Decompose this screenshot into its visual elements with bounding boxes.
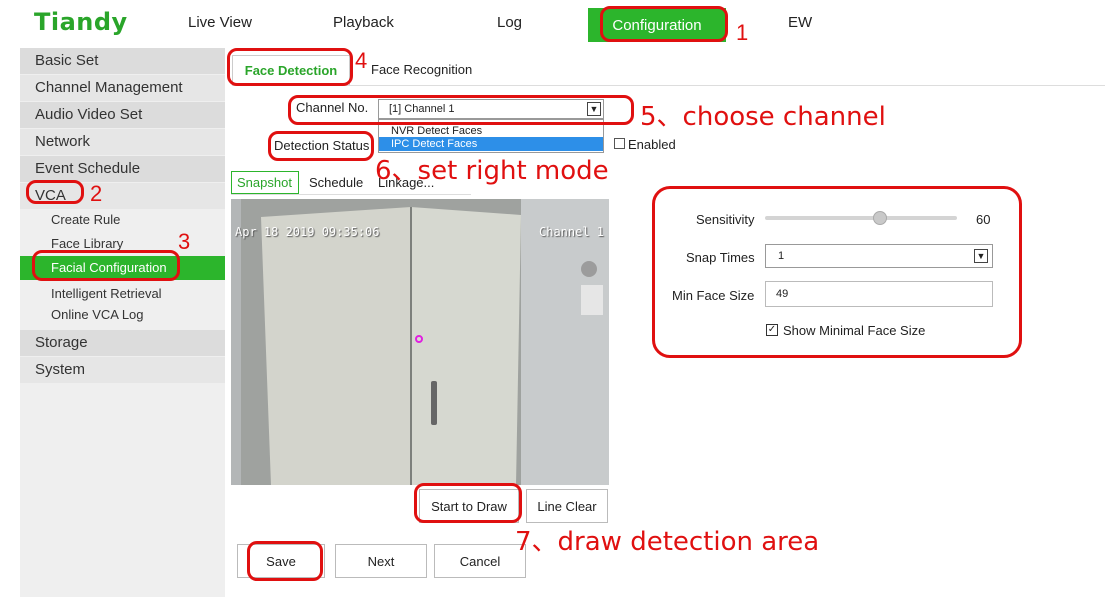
annotation-number-1: 1 — [736, 20, 749, 45]
annotation-box-vca — [26, 180, 84, 204]
dropdown-option-nvr[interactable]: NVR Detect Faces — [379, 124, 603, 138]
annotation-step-5: 5、choose channel — [640, 102, 886, 132]
video-channel-label: Channel 1 — [539, 225, 605, 239]
annotation-box-params — [652, 186, 1022, 358]
nav-ew[interactable]: EW — [788, 14, 812, 31]
sidebar-sub-online-vca-log[interactable]: Online VCA Log — [51, 307, 144, 322]
annotation-box-configuration — [600, 6, 728, 42]
annotation-box-face-detection — [227, 48, 353, 86]
annotation-step-7: 7、draw detection area — [515, 527, 820, 557]
sidebar-sub-create-rule[interactable]: Create Rule — [51, 212, 120, 227]
sidebar-item-event-schedule[interactable]: Event Schedule — [20, 156, 225, 182]
sidebar-item-storage[interactable]: Storage — [20, 330, 225, 356]
nav-live-view[interactable]: Live View — [188, 14, 252, 31]
annotation-box-save — [247, 541, 323, 581]
sidebar: Basic Set Channel Management Audio Video… — [20, 48, 225, 597]
sidebar-item-audio-video-set[interactable]: Audio Video Set — [20, 102, 225, 128]
video-timestamp: Apr 18 2019 09:35:06 — [235, 225, 380, 239]
tab-face-recognition[interactable]: Face Recognition — [371, 62, 472, 77]
subtab-schedule[interactable]: Schedule — [309, 172, 363, 194]
cancel-button[interactable]: Cancel — [434, 544, 526, 578]
annotation-box-facial-configuration — [32, 250, 180, 281]
nav-log[interactable]: Log — [497, 14, 522, 31]
tiandy-logo: Tiandy — [34, 8, 128, 36]
annotation-number-4: 4 — [355, 48, 368, 73]
annotation-step-6: 6、set right mode — [375, 156, 609, 186]
video-preview[interactable]: Apr 18 2019 09:35:06 Channel 1 — [231, 199, 609, 485]
top-navigation: Tiandy Live View Playback Log Configurat… — [0, 0, 1105, 44]
annotation-box-detection-status — [268, 131, 374, 161]
annotation-box-channel — [288, 95, 634, 125]
nav-playback[interactable]: Playback — [333, 14, 394, 31]
enabled-label: Enabled — [628, 137, 676, 152]
tab-divider — [232, 85, 1105, 86]
sidebar-sub-intelligent-retrieval[interactable]: Intelligent Retrieval — [51, 286, 162, 301]
next-button[interactable]: Next — [335, 544, 427, 578]
dropdown-option-ipc[interactable]: IPC Detect Faces — [379, 137, 603, 151]
face-marker-icon — [415, 335, 423, 343]
sidebar-item-system[interactable]: System — [20, 357, 225, 383]
subtab-snapshot[interactable]: Snapshot — [237, 172, 292, 194]
sidebar-item-network[interactable]: Network — [20, 129, 225, 155]
sidebar-item-channel-management[interactable]: Channel Management — [20, 75, 225, 101]
subtab-divider — [231, 194, 471, 195]
sidebar-item-basic-set[interactable]: Basic Set — [20, 48, 225, 74]
line-clear-button[interactable]: Line Clear — [526, 489, 608, 523]
annotation-number-2: 2 — [90, 181, 103, 206]
annotation-box-start-draw — [414, 483, 522, 523]
sidebar-sub-face-library[interactable]: Face Library — [51, 236, 123, 251]
enabled-checkbox[interactable] — [614, 138, 625, 149]
annotation-number-3: 3 — [178, 229, 191, 254]
